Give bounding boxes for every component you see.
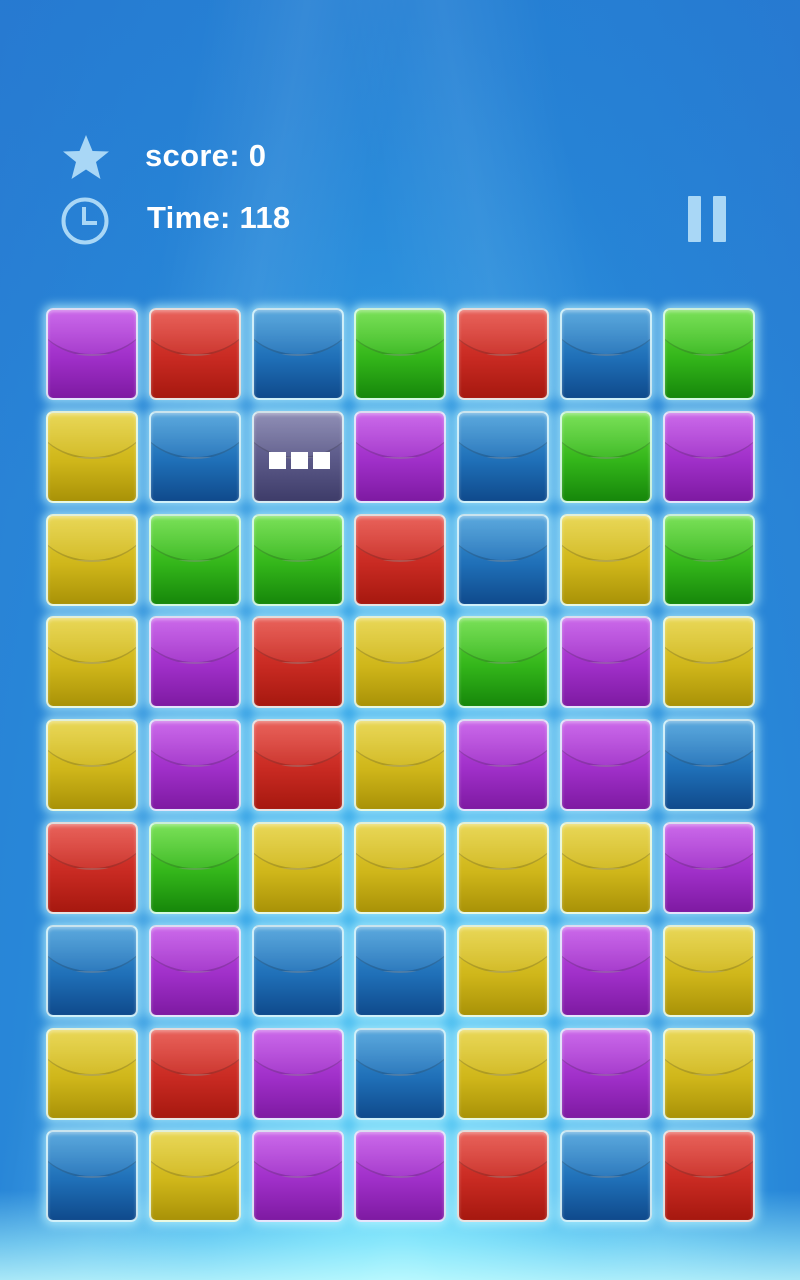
tile-blue[interactable] [354,925,446,1017]
tile-yellow[interactable] [46,616,138,708]
tile-red[interactable] [149,1028,241,1120]
tile-red[interactable] [149,308,241,400]
tile-purple[interactable] [149,719,241,811]
tile-red[interactable] [457,1130,549,1222]
tile-yellow[interactable] [560,514,652,606]
tile-yellow[interactable] [354,719,446,811]
tile-yellow[interactable] [457,1028,549,1120]
tile-blue[interactable] [663,719,755,811]
star-icon [63,135,109,179]
tile-red[interactable] [252,719,344,811]
tile-purple[interactable] [252,1130,344,1222]
tile-blue[interactable] [560,308,652,400]
tile-red[interactable] [457,308,549,400]
tile-red[interactable] [46,822,138,914]
pause-button[interactable] [688,196,728,242]
tile-green[interactable] [354,308,446,400]
tile-green[interactable] [149,514,241,606]
tile-yellow[interactable] [354,616,446,708]
time-label: Time: 118 [147,200,291,235]
tile-purple[interactable] [560,1028,652,1120]
tile-yellow[interactable] [457,925,549,1017]
clock-icon [61,197,109,245]
tile-yellow[interactable] [149,1130,241,1222]
tile-yellow[interactable] [252,822,344,914]
tile-purple[interactable] [149,616,241,708]
tile-blue[interactable] [252,308,344,400]
tile-green[interactable] [252,514,344,606]
tile-yellow[interactable] [46,411,138,503]
tile-yellow[interactable] [663,1028,755,1120]
tile-green[interactable] [663,308,755,400]
tile-yellow[interactable] [560,822,652,914]
tile-purple[interactable] [457,719,549,811]
tile-yellow[interactable] [663,616,755,708]
ellipsis-icon [269,452,330,469]
tile-purple[interactable] [560,616,652,708]
tile-purple[interactable] [149,925,241,1017]
tile-blue[interactable] [457,514,549,606]
tile-purple[interactable] [560,719,652,811]
tile-blue[interactable] [354,1028,446,1120]
pause-icon [688,196,701,242]
tile-purple[interactable] [354,411,446,503]
tile-purple[interactable] [663,822,755,914]
tile-blue[interactable] [46,925,138,1017]
tile-yellow[interactable] [457,822,549,914]
tile-yellow[interactable] [354,822,446,914]
tile-purple[interactable] [46,308,138,400]
tile-yellow[interactable] [46,514,138,606]
tile-yellow[interactable] [46,719,138,811]
tile-green[interactable] [149,822,241,914]
score-label: score: 0 [145,138,267,173]
tile-purple[interactable] [560,925,652,1017]
tile-yellow[interactable] [46,1028,138,1120]
tile-red[interactable] [354,514,446,606]
tile-blue[interactable] [149,411,241,503]
tile-blue[interactable] [46,1130,138,1222]
tile-yellow[interactable] [663,925,755,1017]
tile-blue[interactable] [560,1130,652,1222]
tile-purple[interactable] [663,411,755,503]
tile-green[interactable] [560,411,652,503]
tile-red[interactable] [252,616,344,708]
special-tile[interactable] [252,411,344,503]
tile-blue[interactable] [252,925,344,1017]
tile-blue[interactable] [457,411,549,503]
tile-red[interactable] [663,1130,755,1222]
tile-purple[interactable] [252,1028,344,1120]
tile-green[interactable] [457,616,549,708]
tile-green[interactable] [663,514,755,606]
tile-purple[interactable] [354,1130,446,1222]
game-board [46,308,756,1224]
